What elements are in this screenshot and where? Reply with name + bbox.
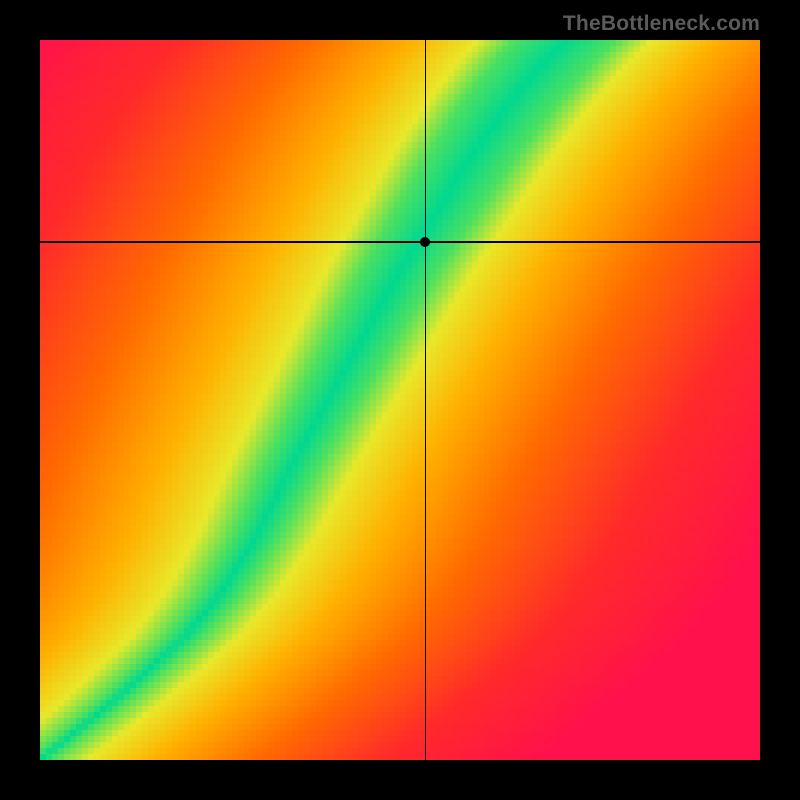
plot-area [40,40,760,760]
chart-frame: TheBottleneck.com [0,0,800,800]
heatmap-canvas [40,40,760,760]
watermark-text: TheBottleneck.com [563,12,760,36]
